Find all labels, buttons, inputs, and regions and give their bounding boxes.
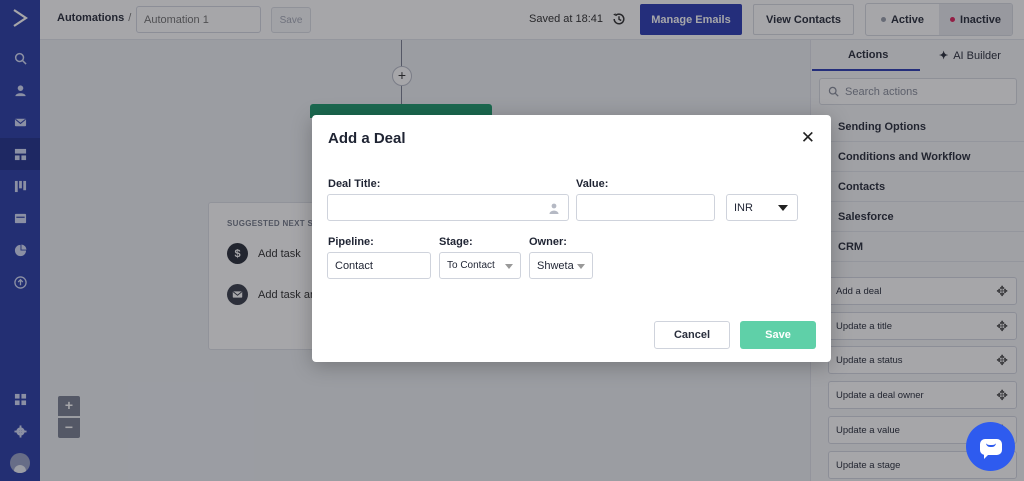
owner-select[interactable]: Shweta	[529, 252, 593, 279]
close-icon[interactable]: ✕	[801, 129, 815, 146]
app-root: Automations/ Save Saved at 18:41 Manage …	[0, 0, 1024, 481]
deal-title-label: Deal Title:	[328, 178, 381, 190]
owner-value: Shweta	[537, 259, 574, 272]
stage-value: To Contact	[447, 260, 495, 271]
pipeline-value: Contact	[335, 259, 373, 272]
value-input[interactable]	[576, 194, 715, 221]
owner-label: Owner:	[529, 236, 567, 248]
cancel-button[interactable]: Cancel	[654, 321, 730, 349]
currency-value: INR	[734, 201, 753, 214]
pipeline-label: Pipeline:	[328, 236, 374, 248]
add-deal-modal: Add a Deal ✕ Deal Title: Value: INR Pipe…	[312, 115, 831, 362]
pipeline-select[interactable]: Contact	[327, 252, 431, 279]
stage-select[interactable]: To Contact	[439, 252, 521, 279]
chevron-down-icon	[505, 264, 513, 269]
value-label: Value:	[576, 178, 609, 190]
chevron-down-icon	[577, 264, 585, 269]
currency-select[interactable]: INR	[726, 194, 798, 221]
person-icon	[549, 203, 559, 214]
chevron-down-icon	[778, 205, 788, 211]
chat-bubble-icon	[979, 438, 1002, 459]
modal-title: Add a Deal	[328, 130, 406, 147]
save-deal-button[interactable]: Save	[740, 321, 816, 349]
chat-widget-button[interactable]	[966, 422, 1015, 471]
deal-title-input[interactable]	[327, 194, 569, 221]
stage-label: Stage:	[439, 236, 473, 248]
